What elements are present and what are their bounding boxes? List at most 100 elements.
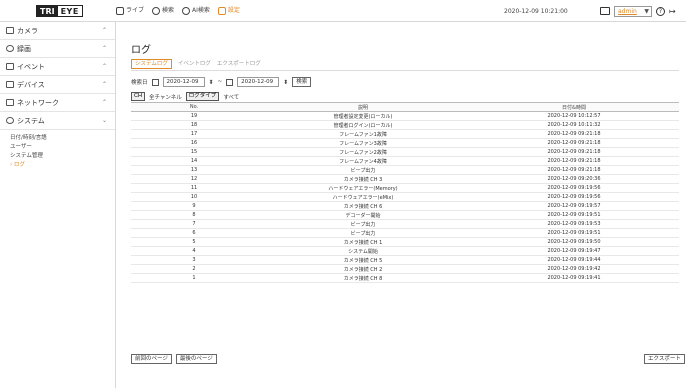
cell-no: 17 [131,129,257,139]
settings-icon [217,7,226,15]
table-row[interactable]: 1 カメラ接続 CH 8 2020-12-09 09:19:41 [131,273,679,283]
cell-description: ビープ出力 [257,165,469,175]
cell-description: フレームファン4故障 [257,156,469,166]
table-row[interactable]: 6 ビープ出力 2020-12-09 09:19:51 [131,228,679,238]
chevron-up-icon: ⌃ [101,45,107,52]
table-header-row: No. 説明 日付&時間 [131,102,679,112]
user-select[interactable]: admin ▼ [614,5,652,17]
cell-no: 11 [131,183,257,193]
prev-page-button[interactable]: 前回のページ [131,354,172,364]
table-row[interactable]: 2 カメラ接続 CH 2 2020-12-09 09:19:42 [131,264,679,274]
app-logo: TRI EYE [36,5,83,17]
table-row[interactable]: 14 フレームファン4故障 2020-12-09 09:21:18 [131,156,679,166]
cell-no: 15 [131,147,257,157]
cell-description: ハードウェアエラー(Memory) [257,183,469,193]
cell-no: 5 [131,237,257,247]
channel-button[interactable]: CH [131,92,145,101]
tab-system-log[interactable]: システムログ [131,59,172,69]
top-right-group: admin ▼ ? ↦ [600,4,678,18]
nav-search[interactable]: 検索 [152,6,174,16]
cell-no: 6 [131,228,257,238]
cell-datetime: 2020-12-09 09:19:51 [469,210,679,220]
nav-search-label: 検索 [162,7,175,14]
cell-no: 10 [131,192,257,202]
cell-datetime: 2020-12-09 09:21:18 [469,156,679,166]
sidebar-item-label: システム [17,116,45,125]
cell-description: ビープ出力 [257,219,469,229]
last-page-button[interactable]: 最後のページ [175,354,217,364]
table-row[interactable]: 13 ビープ出力 2020-12-09 09:21:18 [131,165,679,175]
table-row[interactable]: 15 フレームファン2故障 2020-12-09 09:21:18 [131,147,679,157]
cell-no: 9 [131,201,257,211]
table-row[interactable]: 8 デコーダー開始 2020-12-09 09:19:51 [131,210,679,220]
table-row[interactable]: 19 管理者設定変更(ローカル) 2020-12-09 10:12:57 [131,111,679,121]
user-name: admin [618,7,637,15]
network-icon [6,99,14,106]
sidebar-sub-user[interactable]: ユーザー [10,143,115,152]
sidebar-item-system[interactable]: システム ⌄ [0,112,115,130]
column-header-no[interactable]: No. [131,102,257,112]
log-type-button[interactable]: ログタイプ [185,92,220,101]
sidebar-sub-datetime[interactable]: 日付/時刻/言語 [10,134,115,143]
spinner-icon[interactable]: ⬍ [209,79,214,86]
cell-description: システム開始 [257,246,469,256]
nav-live[interactable]: ライブ [116,6,144,16]
search-icon [152,7,161,15]
spinner-icon[interactable]: ⬍ [283,79,288,86]
sidebar-submenu: 日付/時刻/言語 ユーザー システム管理 ログ [0,130,115,170]
table-row[interactable]: 11 ハードウェアエラー(Memory) 2020-12-09 09:19:56 [131,183,679,193]
nav-settings[interactable]: 設定 [217,6,240,16]
cell-description: カメラ接続 CH 1 [257,237,469,247]
export-button[interactable]: エクスポート [644,354,685,364]
table-row[interactable]: 16 フレームファン3故障 2020-12-09 09:21:18 [131,138,679,148]
date-from-field[interactable]: 2020-12-09 [162,77,205,87]
table-row[interactable]: 9 カメラ接続 CH 6 2020-12-09 09:19:57 [131,201,679,211]
sidebar-item-camera[interactable]: カメラ ⌃ [0,22,115,40]
sidebar-item-label: イベント [17,62,45,71]
filter-row: CH 全チャンネル ログタイプ すべて [131,92,239,101]
monitor-icon[interactable] [600,7,610,15]
table-row[interactable]: 4 システム開始 2020-12-09 09:19:47 [131,246,679,256]
cell-datetime: 2020-12-09 09:21:18 [469,138,679,148]
sidebar-item-record[interactable]: 録画 ⌃ [0,40,115,58]
cell-no: 1 [131,273,257,283]
cell-datetime: 2020-12-09 09:19:44 [469,255,679,265]
pagination-buttons: 前回のページ 最後のページ [131,354,217,364]
cell-datetime: 2020-12-09 09:19:57 [469,201,679,211]
top-nav: ライブ 検索 AI検索 設定 [116,6,240,16]
sidebar-sub-log[interactable]: ログ [10,161,115,170]
nav-ai-search-label: AI検索 [192,7,210,14]
chevron-down-icon: ▼ [644,7,649,15]
tab-export-log[interactable]: エクスポートログ [217,59,261,69]
cell-datetime: 2020-12-09 09:19:47 [469,246,679,256]
help-icon[interactable]: ? [656,6,665,16]
sidebar-sub-system-admin[interactable]: システム管理 [10,152,115,161]
table-row[interactable]: 18 管理者ログイン(ローカル) 2020-12-09 10:11:32 [131,120,679,130]
table-row[interactable]: 12 カメラ接続 CH 3 2020-12-09 09:20:36 [131,174,679,184]
nav-ai-search[interactable]: AI検索 [182,6,210,16]
calendar-icon[interactable] [226,78,234,86]
cell-datetime: 2020-12-09 09:19:41 [469,273,679,283]
chevron-up-icon: ⌃ [101,63,107,70]
column-header-description[interactable]: 説明 [257,102,469,112]
logout-icon[interactable]: ↦ [669,7,678,16]
table-row[interactable]: 10 ハードウェアエラー(eMix) 2020-12-09 09:19:56 [131,192,679,202]
table-row[interactable]: 5 カメラ接続 CH 1 2020-12-09 09:19:50 [131,237,679,247]
sidebar-item-label: ネットワーク [17,98,59,107]
table-row[interactable]: 17 フレームファン1故障 2020-12-09 09:21:18 [131,129,679,139]
date-to-field[interactable]: 2020-12-09 [237,77,280,87]
sidebar-item-network[interactable]: ネットワーク ⌃ [0,94,115,112]
calendar-icon[interactable] [151,78,159,86]
cell-no: 18 [131,120,257,130]
search-button[interactable]: 検索 [292,77,312,87]
chevron-down-icon: ⌄ [101,117,107,124]
sidebar-item-event[interactable]: イベント ⌃ [0,58,115,76]
column-header-datetime[interactable]: 日付&時間 [469,102,679,112]
table-row[interactable]: 3 カメラ接続 CH 5 2020-12-09 09:19:44 [131,255,679,265]
chevron-up-icon: ⌃ [101,27,107,34]
date-separator: ~ [217,79,223,85]
sidebar-item-device[interactable]: デバイス ⌃ [0,76,115,94]
log-table-body: 19 管理者設定変更(ローカル) 2020-12-09 10:12:57 18 管理者ロ… [131,111,679,283]
table-row[interactable]: 7 ビープ出力 2020-12-09 09:19:53 [131,219,679,229]
tab-event-log[interactable]: イベントログ [178,59,211,69]
